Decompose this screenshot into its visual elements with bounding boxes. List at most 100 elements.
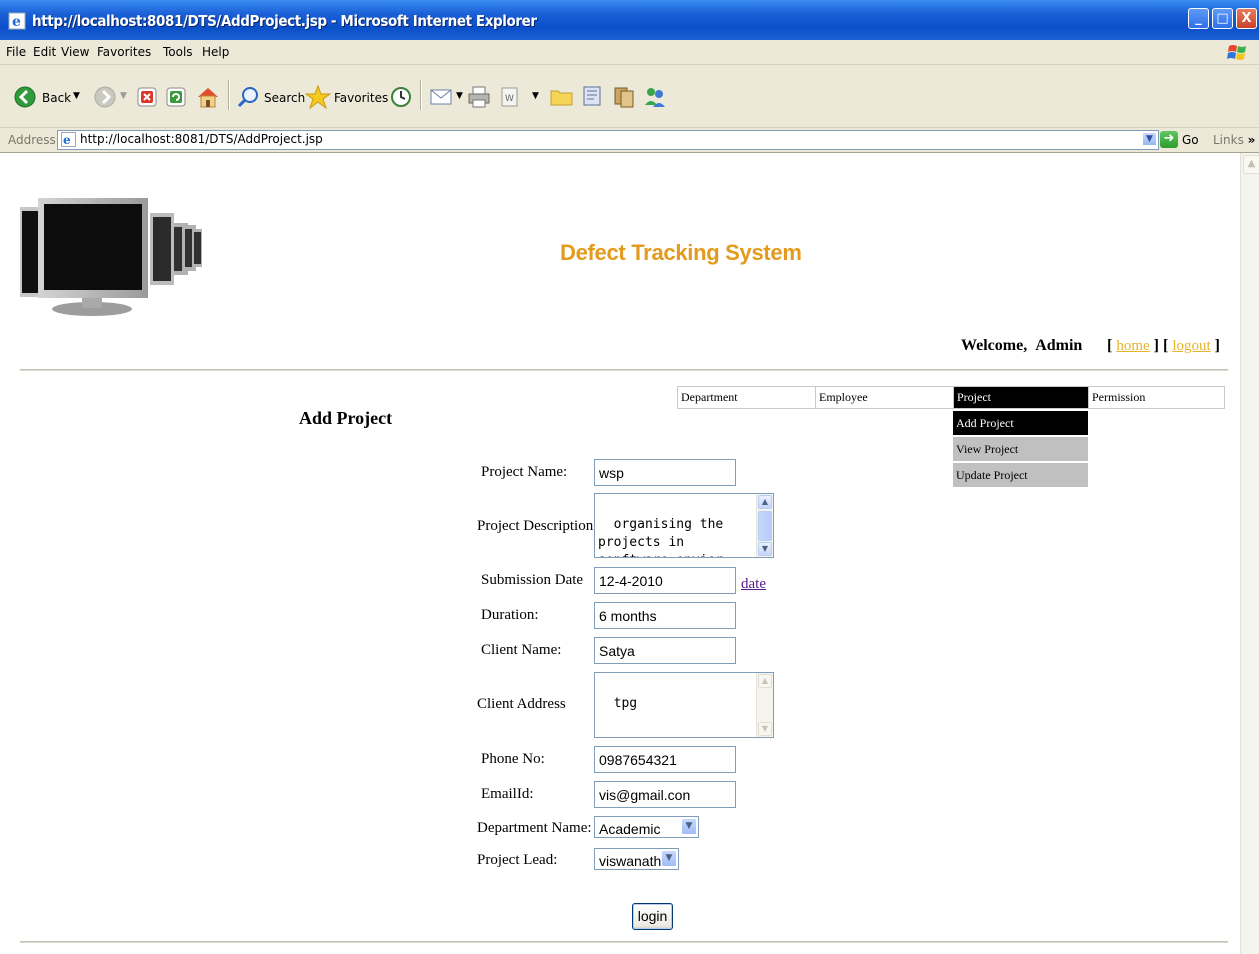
description-scrollbar[interactable]: ▲ ▼: [756, 494, 773, 557]
phone-input[interactable]: 0987654321: [594, 746, 736, 773]
folder-icon[interactable]: [550, 87, 574, 107]
toolbar: Back ▼ ▼ Search Favorites ▼ W ▼: [0, 65, 1259, 128]
nav-item-employee[interactable]: Employee: [816, 387, 953, 408]
go-button[interactable]: Go: [1182, 133, 1199, 147]
window-title: http://localhost:8081/DTS/AddProject.jsp…: [32, 12, 537, 30]
toolbar-separator: [228, 80, 230, 110]
date-picker-link[interactable]: date: [741, 576, 766, 593]
department-selected: Academic: [599, 821, 661, 837]
history-icon[interactable]: [390, 86, 412, 108]
client-address-textarea[interactable]: tpg ▲ ▼: [594, 672, 774, 738]
project-lead-label: Project Lead:: [477, 852, 558, 868]
address-dropdown-icon[interactable]: ▼: [1142, 132, 1157, 146]
favorites-star-icon[interactable]: [305, 85, 331, 109]
welcome-label: Welcome,: [961, 337, 1028, 354]
discuss-icon[interactable]: [612, 85, 636, 109]
logout-link[interactable]: logout: [1172, 338, 1210, 354]
search-label[interactable]: Search: [264, 91, 305, 105]
go-arrow-icon[interactable]: ➜: [1160, 131, 1178, 148]
back-icon[interactable]: [14, 86, 36, 108]
mail-icon[interactable]: [430, 87, 454, 107]
home-icon[interactable]: [196, 86, 220, 108]
chevron-down-icon[interactable]: ▼: [661, 850, 677, 867]
nav-item-permission[interactable]: Permission: [1089, 387, 1224, 408]
svg-text:e: e: [12, 14, 21, 30]
submenu-view-project[interactable]: View Project: [953, 437, 1088, 461]
duration-label: Duration:: [481, 607, 539, 623]
maximize-button[interactable]: □: [1212, 8, 1233, 29]
bracket-open: [: [1162, 337, 1169, 354]
links-chevron-icon: »: [1247, 133, 1256, 147]
menu-bar: File Edit View Favorites Tools Help: [0, 40, 1259, 65]
back-label[interactable]: Back: [42, 91, 71, 105]
footer-divider: [20, 941, 1228, 943]
forward-icon[interactable]: [94, 86, 116, 108]
chevron-down-icon[interactable]: ▼: [681, 818, 697, 835]
address-label: Address: [8, 133, 56, 147]
menu-file[interactable]: File: [6, 45, 26, 59]
user-name: Admin: [1035, 337, 1083, 354]
scroll-thumb[interactable]: [758, 511, 772, 541]
menu-help[interactable]: Help: [202, 45, 229, 59]
page-scrollbar[interactable]: ▲: [1240, 153, 1259, 954]
scroll-up-icon[interactable]: ▲: [758, 495, 772, 509]
app-title: Defect Tracking System: [560, 240, 802, 265]
address-url[interactable]: http://localhost:8081/DTS/AddProject.jsp: [80, 132, 323, 146]
menu-tools[interactable]: Tools: [163, 45, 193, 59]
submenu-update-project[interactable]: Update Project: [953, 463, 1088, 487]
submission-date-label: Submission Date: [481, 572, 584, 588]
duration-input[interactable]: 6 months: [594, 602, 736, 629]
svg-text:W: W: [505, 94, 514, 104]
edit-icon[interactable]: W: [500, 87, 522, 107]
submenu-add-project[interactable]: Add Project: [953, 411, 1088, 435]
messenger-icon[interactable]: [643, 85, 667, 109]
submission-date-input[interactable]: 12-4-2010: [594, 567, 736, 594]
scroll-up-icon[interactable]: ▲: [758, 674, 772, 688]
ie-icon: e: [8, 12, 26, 30]
print-icon[interactable]: [467, 86, 491, 108]
project-lead-select[interactable]: viswanath ▼: [594, 848, 679, 870]
nav-item-department[interactable]: Department: [678, 387, 815, 408]
project-description-textarea[interactable]: organising the projects in sopftware env…: [594, 493, 774, 558]
stop-icon[interactable]: [137, 87, 157, 107]
bracket-open: [: [1107, 337, 1113, 354]
scroll-down-icon[interactable]: ▼: [758, 722, 772, 736]
scroll-up-icon[interactable]: ▲: [1243, 155, 1259, 174]
research-icon[interactable]: [582, 85, 606, 109]
address-scrollbar[interactable]: ▲ ▼: [756, 673, 773, 737]
back-dropdown-icon[interactable]: ▼: [73, 91, 80, 101]
minimize-button[interactable]: _: [1188, 8, 1209, 29]
home-link[interactable]: home: [1116, 338, 1149, 354]
project-description-label: Project Description: [477, 518, 594, 534]
menu-edit[interactable]: Edit: [33, 45, 56, 59]
search-icon[interactable]: [237, 86, 261, 108]
project-name-label: Project Name:: [481, 464, 568, 480]
menu-favorites[interactable]: Favorites: [97, 45, 151, 59]
project-lead-selected: viswanath: [599, 853, 662, 869]
bracket-close: ]: [1153, 337, 1159, 354]
forward-dropdown-icon[interactable]: ▼: [120, 91, 127, 101]
monitors-logo: [20, 198, 202, 316]
page-heading: Add Project: [299, 408, 393, 428]
mail-dropdown-icon[interactable]: ▼: [456, 91, 463, 101]
refresh-icon[interactable]: [166, 87, 186, 107]
client-name-input[interactable]: Satya: [594, 637, 736, 664]
edit-dropdown-icon[interactable]: ▼: [532, 91, 539, 101]
title-bar: e http://localhost:8081/DTS/AddProject.j…: [0, 0, 1259, 40]
phone-label: Phone No:: [481, 751, 545, 767]
nav-item-project[interactable]: Project: [954, 387, 1088, 408]
close-button[interactable]: X: [1236, 8, 1257, 29]
email-input[interactable]: vis@gmail.con: [594, 781, 736, 808]
menu-view[interactable]: View: [61, 45, 89, 59]
department-select[interactable]: Academic ▼: [594, 816, 699, 838]
project-name-input[interactable]: wsp: [594, 459, 736, 486]
scroll-down-icon[interactable]: ▼: [758, 542, 772, 556]
header-links: [ home ] [ logout ]: [1107, 337, 1220, 355]
favorites-label[interactable]: Favorites: [334, 91, 388, 105]
svg-text:e: e: [63, 133, 71, 147]
address-bar: Address e http://localhost:8081/DTS/AddP…: [0, 128, 1259, 153]
links-button[interactable]: Links »: [1213, 133, 1255, 147]
submit-button[interactable]: login: [632, 903, 673, 930]
department-label: Department Name:: [477, 820, 592, 836]
address-input[interactable]: e http://localhost:8081/DTS/AddProject.j…: [57, 130, 1159, 150]
